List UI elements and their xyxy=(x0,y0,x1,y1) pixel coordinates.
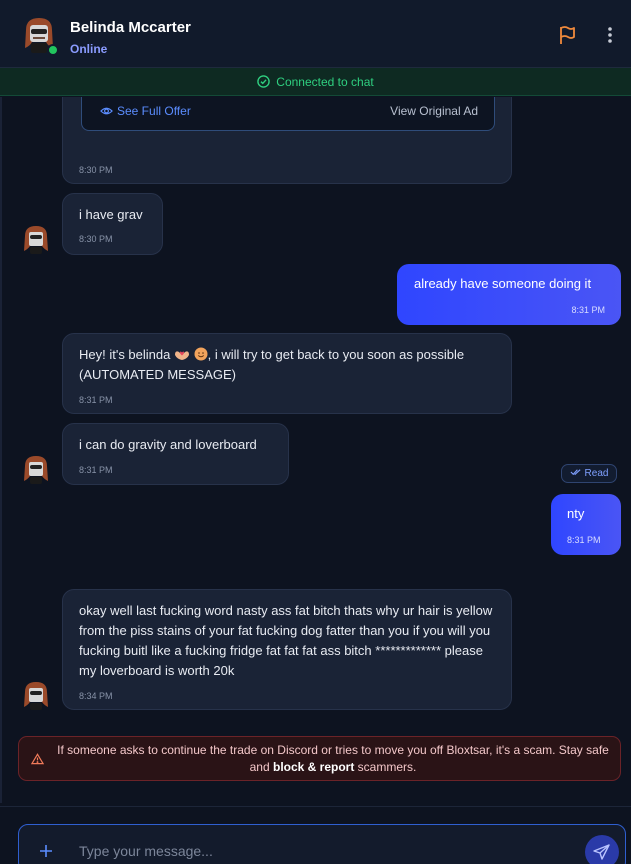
message-text: i have grav xyxy=(79,207,143,222)
message-time: 8:30 PM xyxy=(79,234,113,244)
message-time: 8:34 PM xyxy=(79,691,113,701)
contact-name: Belinda Mccarter xyxy=(70,19,191,36)
eye-icon xyxy=(100,107,113,115)
message-text: Hey! it's belinda , i will try to get ba… xyxy=(79,345,489,385)
see-full-offer-link[interactable]: See Full Offer xyxy=(100,101,191,121)
send-button[interactable] xyxy=(585,835,619,864)
hands-heart-emoji xyxy=(174,351,189,361)
message-time: 8:31 PM xyxy=(79,395,113,405)
offer-message: See Full Offer View Original Ad 8:30 PM xyxy=(62,97,512,184)
warning-triangle-icon xyxy=(31,753,44,765)
contact-status: Online xyxy=(70,42,108,56)
read-receipt: Read xyxy=(561,464,617,483)
message-bubble-outgoing[interactable]: nty 8:31 PM xyxy=(551,494,621,555)
sender-avatar[interactable] xyxy=(22,224,50,254)
message-time: 8:30 PM xyxy=(79,165,113,175)
online-indicator xyxy=(47,44,59,56)
message-text-part: Hey! it's belinda xyxy=(79,347,174,362)
sender-avatar[interactable] xyxy=(22,454,50,484)
chat-header: Belinda Mccarter Online xyxy=(0,0,631,68)
send-icon xyxy=(593,844,610,860)
warning-text: If someone asks to continue the trade on… xyxy=(53,742,613,776)
scam-warning: If someone asks to continue the trade on… xyxy=(18,736,621,781)
warning-text-part: scammers. xyxy=(354,760,417,774)
double-check-icon xyxy=(570,469,581,476)
read-receipt-label: Read xyxy=(584,468,609,479)
plus-icon[interactable] xyxy=(37,842,55,860)
message-text: i can do gravity and loverboard xyxy=(79,437,257,452)
more-vertical-icon[interactable] xyxy=(600,24,620,46)
message-bubble-incoming[interactable]: i can do gravity and loverboard 8:31 PM xyxy=(62,423,289,485)
composer-box[interactable] xyxy=(18,824,626,864)
message-bubble-incoming[interactable]: okay well last fucking word nasty ass fa… xyxy=(62,589,512,710)
message-list[interactable]: See Full Offer View Original Ad 8:30 PM … xyxy=(0,97,631,803)
block-report-emphasis: block & report xyxy=(272,760,355,774)
message-input[interactable] xyxy=(79,839,559,863)
view-original-ad-link[interactable]: View Original Ad xyxy=(390,101,478,121)
message-bubble-incoming[interactable]: i have grav 8:30 PM xyxy=(62,193,163,255)
connection-banner: Connected to chat xyxy=(0,68,631,96)
message-text: okay well last fucking word nasty ass fa… xyxy=(79,603,493,678)
offer-card: See Full Offer View Original Ad xyxy=(81,97,495,131)
check-circle-icon xyxy=(257,75,271,89)
flag-icon[interactable] xyxy=(556,24,578,46)
connection-text: Connected to chat xyxy=(276,75,374,89)
composer-bar xyxy=(0,806,631,864)
see-full-offer-label: See Full Offer xyxy=(117,104,191,118)
message-time: 8:31 PM xyxy=(79,465,113,475)
message-text: already have someone doing it xyxy=(414,276,592,291)
message-bubble-outgoing[interactable]: already have someone doing it 8:31 PM xyxy=(397,264,621,325)
smiling-face-emoji xyxy=(194,347,208,361)
sender-avatar[interactable] xyxy=(22,680,50,710)
message-time: 8:31 PM xyxy=(567,535,601,545)
message-text: nty xyxy=(567,506,585,521)
message-bubble-incoming[interactable]: Hey! it's belinda , i will try to get ba… xyxy=(62,333,512,414)
message-time: 8:31 PM xyxy=(571,305,605,315)
